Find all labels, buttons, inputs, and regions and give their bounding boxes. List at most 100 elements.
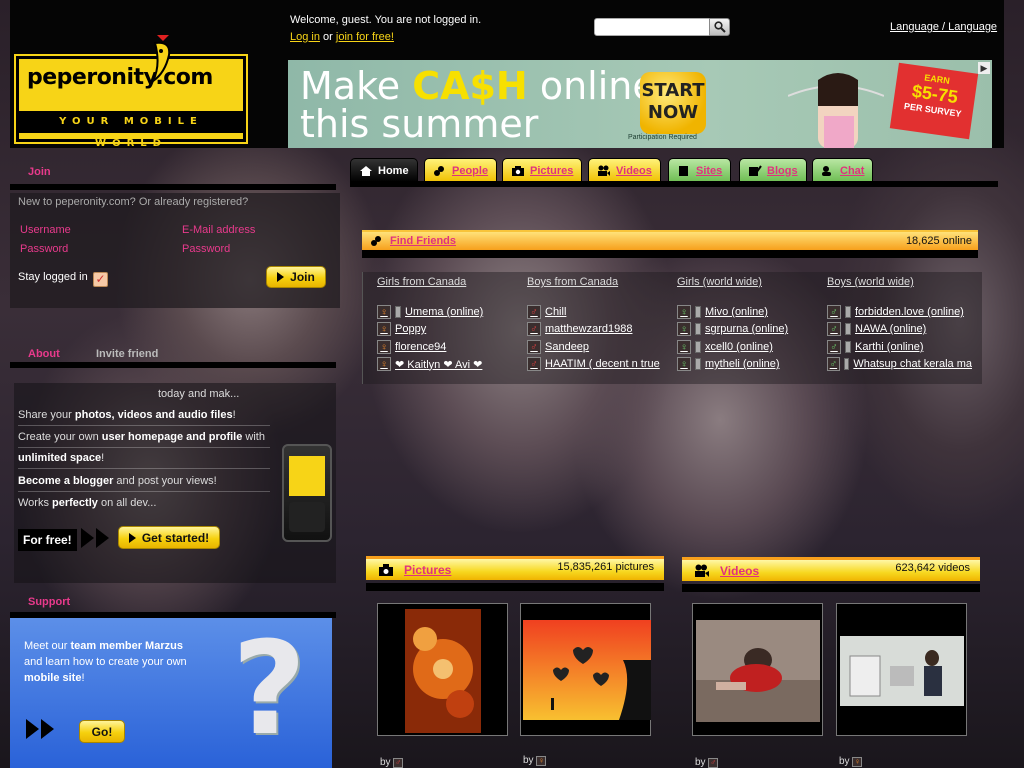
welcome-text: Welcome, guest. You are not logged in. L… bbox=[290, 12, 481, 46]
mobile-icon bbox=[695, 323, 701, 335]
picture-thumbnail[interactable] bbox=[520, 603, 651, 736]
videos-link[interactable]: Videos bbox=[720, 564, 759, 578]
video-camera-icon bbox=[598, 165, 610, 176]
mobile-icon bbox=[695, 341, 701, 353]
mobile-icon bbox=[695, 306, 701, 318]
user-list-item[interactable]: ♂ NAWA (online) bbox=[827, 322, 972, 336]
banner-headline-2: this summer bbox=[300, 102, 539, 146]
user-list-item[interactable]: ♀ Poppy bbox=[377, 322, 517, 336]
female-icon: ♀ bbox=[677, 357, 691, 371]
user-list-item[interactable]: ♂ Whatsup chat kerala ma bbox=[827, 357, 972, 371]
mobile-icon bbox=[845, 341, 851, 353]
picture-author: by ♂ bbox=[380, 757, 404, 768]
site-header: peperonity.com YOUR MOBILE WORLD Welcome… bbox=[10, 0, 1004, 149]
about-line: Share your photos, videos and audio file… bbox=[18, 409, 270, 426]
banner-earn-badge: EARN $5-75 PER SURVEY bbox=[889, 62, 979, 140]
user-list-item[interactable]: ♀ mytheli (online) bbox=[677, 357, 817, 371]
stay-logged-in-checkbox[interactable]: ✓ bbox=[93, 272, 108, 287]
male-icon: ♂ bbox=[527, 305, 541, 319]
welcome-message: Welcome, guest. You are not logged in. bbox=[290, 14, 482, 26]
search-button[interactable] bbox=[709, 18, 730, 36]
logo-text: peperonity.com bbox=[27, 65, 213, 90]
login-link[interactable]: Log in bbox=[290, 31, 320, 43]
mobile-icon bbox=[845, 306, 851, 318]
user-list-item[interactable]: ♀ florence94 bbox=[377, 340, 517, 354]
ad-close-icon[interactable]: ▶ bbox=[978, 62, 990, 74]
mobile-icon bbox=[395, 306, 401, 318]
support-section-title: Support bbox=[28, 596, 71, 608]
divider bbox=[682, 584, 980, 592]
mobile-icon bbox=[695, 358, 701, 370]
camera-icon bbox=[379, 563, 393, 576]
chat-icon bbox=[822, 165, 831, 176]
video-still-office bbox=[840, 636, 964, 706]
user-list-item[interactable]: ♀ Mivo (online) bbox=[677, 305, 817, 319]
password-label[interactable]: Password bbox=[20, 243, 68, 255]
stay-logged-in-label: Stay logged in bbox=[18, 271, 88, 283]
get-started-button[interactable]: Get started! bbox=[118, 526, 220, 549]
site-logo[interactable]: peperonity.com YOUR MOBILE WORLD bbox=[14, 35, 248, 149]
video-still-person bbox=[696, 620, 820, 722]
column-title-boys-canada[interactable]: Boys from Canada bbox=[527, 276, 618, 288]
join-button[interactable]: Join bbox=[266, 266, 326, 288]
chili-icon bbox=[150, 35, 171, 83]
language-link[interactable]: Language / Language bbox=[890, 21, 997, 33]
user-list-item[interactable]: ♀ Umema (online) bbox=[377, 305, 517, 319]
tab-blogs[interactable]: Blogs bbox=[739, 158, 807, 182]
find-friends-link[interactable]: Find Friends bbox=[390, 235, 456, 247]
male-icon: ♂ bbox=[827, 357, 840, 371]
videos-header: Videos 623,642 videos bbox=[682, 557, 980, 581]
column-title-girls-canada[interactable]: Girls from Canada bbox=[377, 276, 466, 288]
user-list-item[interactable]: ♂ Sandeep bbox=[527, 340, 667, 354]
user-list-item[interactable]: ♂ matthewzard1988 bbox=[527, 322, 667, 336]
pictures-count: 15,835,261 pictures bbox=[557, 561, 654, 573]
join-section-title: Join bbox=[28, 166, 51, 178]
tab-people[interactable]: People bbox=[424, 158, 498, 182]
password-confirm-label[interactable]: Password bbox=[182, 243, 230, 255]
column-title-boys-world[interactable]: Boys (world wide) bbox=[827, 276, 914, 288]
column-title-girls-world[interactable]: Girls (world wide) bbox=[677, 276, 762, 288]
ad-banner[interactable]: Make CA$H online this summer START NOW P… bbox=[288, 60, 992, 148]
go-button[interactable]: Go! bbox=[79, 720, 125, 743]
user-list-item[interactable]: ♂ HAATIM ( decent n true bbox=[527, 357, 667, 371]
videos-count: 623,642 videos bbox=[895, 562, 970, 574]
tab-pictures[interactable]: Pictures bbox=[502, 158, 583, 182]
user-list-item[interactable]: ♀ sgrpurna (online) bbox=[677, 322, 817, 336]
picture-author: by ♀ bbox=[523, 755, 547, 766]
tab-invite-friend[interactable]: Invite friend bbox=[96, 348, 158, 360]
email-label[interactable]: E-Mail address bbox=[182, 224, 255, 236]
female-icon: ♀ bbox=[377, 305, 391, 319]
user-list-item[interactable]: ♀ ❤ Kaitlyn ❤ Avi ❤ bbox=[377, 357, 517, 371]
user-list-item[interactable]: ♀ xcell0 (online) bbox=[677, 340, 817, 354]
about-line: unlimited space! bbox=[18, 452, 270, 469]
user-list-item[interactable]: ♂ Chill bbox=[527, 305, 667, 319]
tab-about[interactable]: About bbox=[28, 348, 60, 360]
join-free-link[interactable]: join for free! bbox=[336, 31, 394, 43]
blog-pen-icon bbox=[749, 164, 762, 176]
video-thumbnail[interactable] bbox=[836, 603, 967, 736]
male-icon: ♂ bbox=[393, 757, 404, 768]
male-icon: ♂ bbox=[527, 357, 541, 371]
banner-person-image bbox=[788, 73, 884, 148]
username-label[interactable]: Username bbox=[20, 224, 71, 236]
user-list-item[interactable]: ♂ Karthi (online) bbox=[827, 340, 972, 354]
divider bbox=[362, 250, 978, 258]
video-author: by ♀ bbox=[839, 756, 863, 767]
online-count: 18,625 online bbox=[905, 235, 972, 247]
tab-sites[interactable]: Sites bbox=[668, 158, 732, 182]
divider bbox=[366, 583, 664, 591]
search-input[interactable] bbox=[594, 18, 710, 36]
user-list-item[interactable]: ♂ forbidden.love (online) bbox=[827, 305, 972, 319]
male-icon: ♂ bbox=[527, 322, 541, 336]
tab-home[interactable]: Home bbox=[350, 158, 418, 182]
male-icon: ♂ bbox=[827, 305, 841, 319]
male-icon: ♂ bbox=[527, 340, 541, 354]
about-line: Works perfectly on all dev... bbox=[18, 497, 157, 509]
tab-bar-divider bbox=[350, 181, 998, 187]
banner-start-button[interactable]: START NOW bbox=[640, 72, 706, 134]
pictures-link[interactable]: Pictures bbox=[404, 563, 451, 577]
video-thumbnail[interactable] bbox=[692, 603, 823, 736]
tab-chat[interactable]: Chat bbox=[812, 158, 874, 182]
tab-videos[interactable]: Videos bbox=[588, 158, 661, 182]
picture-thumbnail[interactable] bbox=[377, 603, 508, 736]
